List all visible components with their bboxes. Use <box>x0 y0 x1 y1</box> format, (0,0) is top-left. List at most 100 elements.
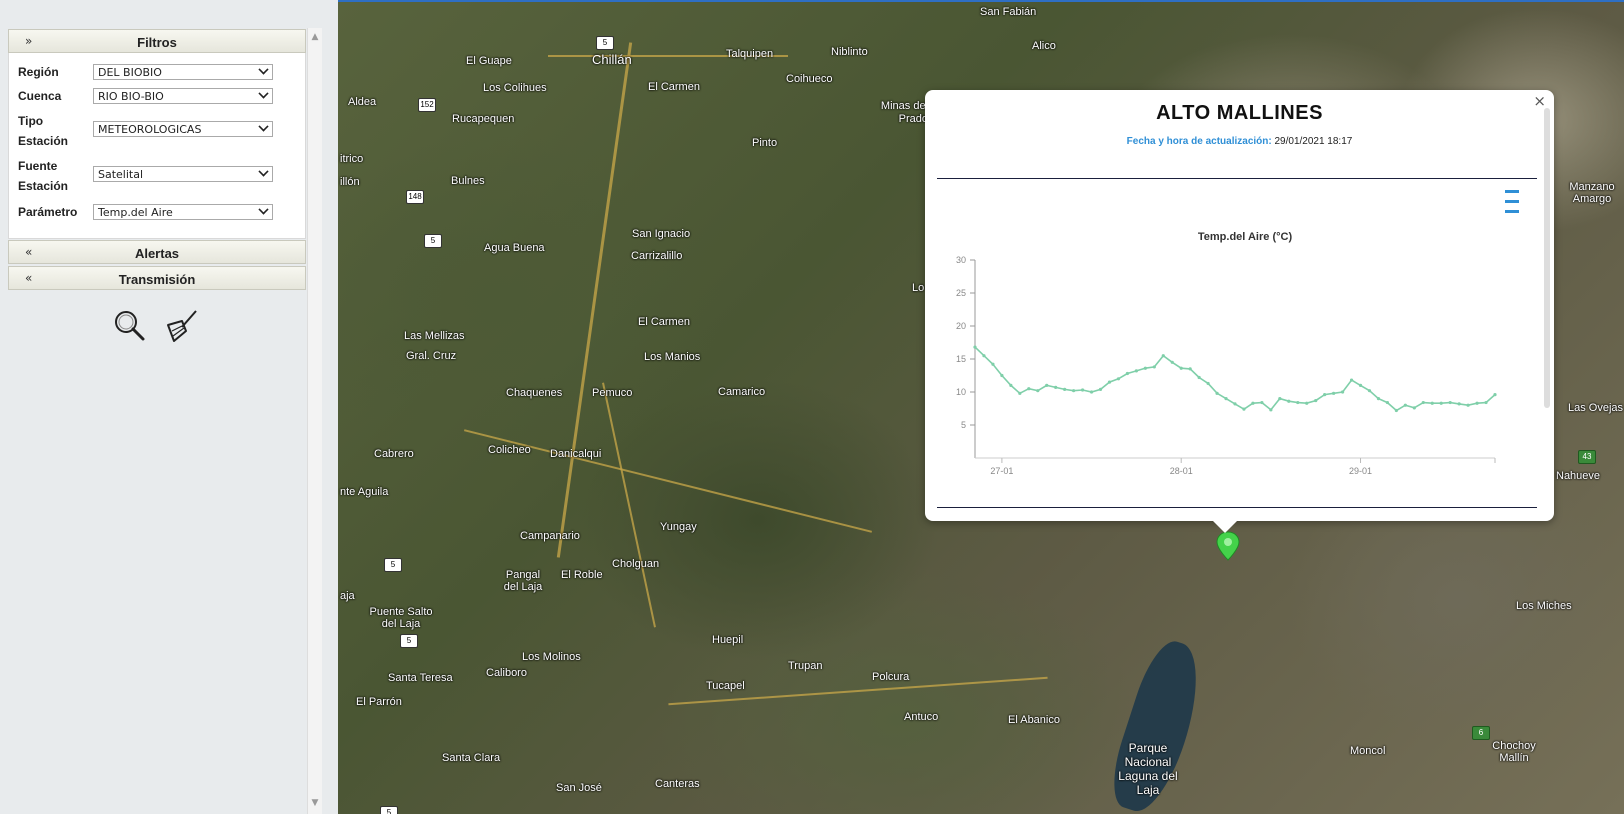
map-label: Camarico <box>718 386 766 398</box>
data-point <box>1430 401 1434 405</box>
map-label: El Guape <box>466 55 512 67</box>
data-point <box>1394 408 1398 413</box>
data-point <box>1197 375 1201 380</box>
map-label: El Parrón <box>356 696 402 708</box>
region-value: DEL BIOBIO <box>98 66 162 79</box>
map-label: Puente Salto del Laja <box>369 606 433 630</box>
region-select[interactable]: DEL BIOBIO <box>93 64 273 80</box>
map-label: Chochoy Mallín <box>1492 740 1536 764</box>
data-point <box>1278 397 1282 401</box>
data-point <box>1134 369 1138 373</box>
map-label: Trupan <box>788 660 823 672</box>
data-point <box>1143 366 1147 370</box>
map-label: illón <box>340 176 360 188</box>
road <box>602 382 656 628</box>
data-point <box>1161 354 1165 358</box>
map-label: Carrizalillo <box>631 250 683 262</box>
region-label: Región <box>18 65 59 79</box>
data-point <box>1242 407 1246 411</box>
transmission-header[interactable]: « Transmisión <box>8 266 306 290</box>
data-point <box>1045 383 1049 387</box>
data-point <box>1403 403 1407 407</box>
chart-title: Temp.del Aire (°C) <box>1198 231 1293 243</box>
filter-fuente-estacion: Fuente Estación Satelital <box>18 156 298 196</box>
data-point <box>1332 391 1336 395</box>
data-point <box>1179 366 1183 370</box>
map-label: El Carmen <box>648 81 700 93</box>
transmission-title: Transmisión <box>118 272 196 287</box>
data-point <box>1089 390 1094 394</box>
map-label: Manzano Amargo <box>1569 181 1615 205</box>
data-point <box>1287 399 1291 403</box>
map-label: Danicalqui <box>550 448 602 460</box>
fuente-estacion-select[interactable]: Satelital <box>93 166 273 182</box>
map-label: Cholguan <box>612 558 660 570</box>
data-point <box>1358 383 1363 387</box>
data-point <box>982 354 986 358</box>
data-point <box>1116 377 1121 381</box>
magnifier-icon[interactable] <box>113 309 147 343</box>
data-point <box>1457 402 1461 406</box>
chevron-down-icon <box>258 64 269 75</box>
top-accent-line <box>338 0 1624 2</box>
map-label: Nahueve <box>1556 470 1601 482</box>
tipo-estacion-select[interactable]: METEOROLOGICAS <box>93 121 273 137</box>
sidebar-scrollbar[interactable]: ▲ ▼ <box>307 28 322 814</box>
map-label: Pangal del Laja <box>503 569 543 593</box>
popup-scrollbar[interactable] <box>1544 108 1550 408</box>
data-point <box>1027 387 1031 391</box>
data-point <box>1349 378 1354 382</box>
fuente-estacion-label-line1: Fuente <box>18 159 58 173</box>
fuente-estacion-value: Satelital <box>98 168 144 181</box>
cuenca-value: RIO BIO-BIO <box>98 90 164 103</box>
y-tick-label: 25 <box>956 288 966 298</box>
map-label: aja <box>340 590 355 602</box>
road <box>556 42 633 558</box>
map-label: Tucapel <box>706 680 745 692</box>
map-label: San José <box>556 782 602 794</box>
map-label: Caliboro <box>486 667 527 679</box>
data-point <box>1233 402 1237 406</box>
map-label: Chaquenes <box>506 387 563 399</box>
map-label: Polcura <box>872 671 910 683</box>
data-point <box>1170 360 1174 364</box>
popup-pointer <box>1213 521 1237 533</box>
chart-menu-icon[interactable] <box>1505 190 1519 216</box>
map-label: Talquipen <box>726 48 774 60</box>
data-point <box>1009 383 1013 387</box>
filters-header[interactable]: » Filtros <box>8 29 306 53</box>
data-point <box>1305 401 1309 405</box>
data-point <box>1215 391 1219 395</box>
cuenca-select[interactable]: RIO BIO-BIO <box>93 88 273 104</box>
data-point <box>1448 400 1452 405</box>
data-point <box>1098 387 1103 391</box>
data-point <box>991 362 995 366</box>
series-line <box>974 346 1496 412</box>
map-label: Los Molinos <box>522 651 581 663</box>
map-label: San Fabián <box>980 6 1037 18</box>
station-popup: × ALTO MALLINES Fecha y hora de actualiz… <box>925 90 1554 533</box>
map-label: El Roble <box>561 569 603 581</box>
map-label: Parque Nacional Laguna del Laja <box>1118 741 1178 797</box>
alerts-header[interactable]: « Alertas <box>8 240 306 264</box>
route-shield: 5 <box>384 558 402 572</box>
route-shield: 5 <box>424 234 442 248</box>
data-point <box>1072 389 1076 393</box>
route-shield: 5 <box>400 634 418 648</box>
x-tick-label: 28-01 <box>1170 466 1193 476</box>
tipo-estacion-value: METEOROLOGICAS <box>98 123 202 136</box>
map-label: Coihueco <box>786 73 833 85</box>
data-point <box>1152 365 1156 369</box>
route-shield: 6 <box>1472 726 1490 740</box>
broom-icon[interactable] <box>164 309 198 343</box>
data-point <box>1466 403 1470 407</box>
map-label: Campanario <box>520 530 580 542</box>
map-label: Los Miches <box>1516 600 1572 612</box>
parametro-select[interactable]: Temp.del Aire <box>93 204 273 220</box>
scroll-up-icon[interactable]: ▲ <box>308 32 322 42</box>
map-label: Colicheo <box>488 444 531 456</box>
scroll-down-icon[interactable]: ▼ <box>308 798 322 808</box>
map-label: Pinto <box>752 137 778 149</box>
station-marker-icon[interactable] <box>1216 531 1240 561</box>
y-tick-label: 5 <box>961 420 966 430</box>
